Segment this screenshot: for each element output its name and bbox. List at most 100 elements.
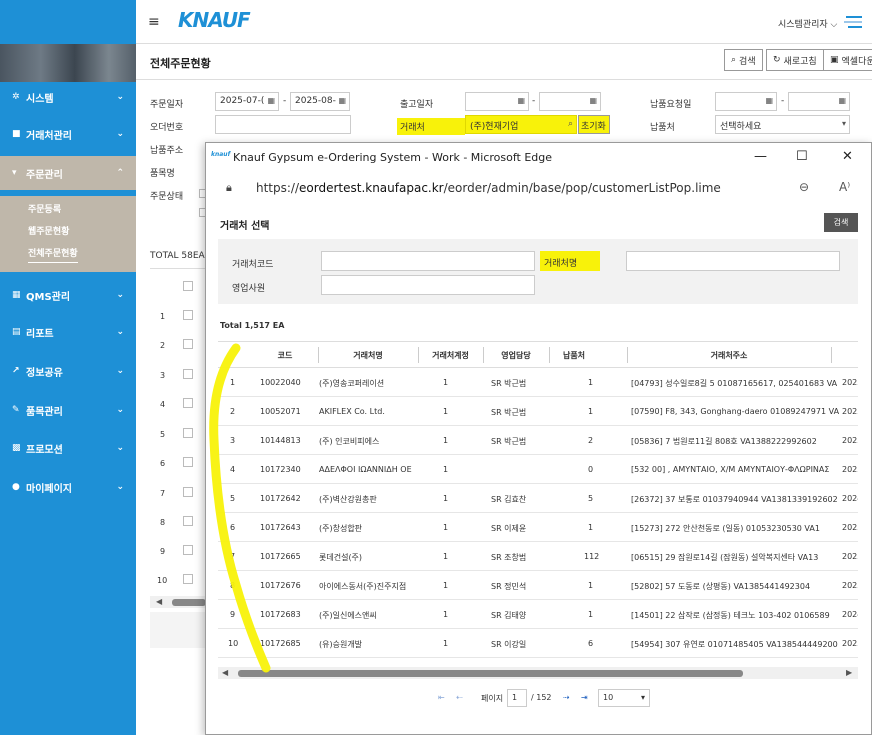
lock-icon: 🔒︎ [226,181,232,194]
scrollbar-thumb[interactable] [172,599,206,606]
zoom-icon[interactable]: ⊖ [799,180,809,194]
search-icon[interactable]: ⌕ [568,119,573,129]
ship-date-to-input[interactable]: ▦ [539,92,601,111]
scroll-right-icon[interactable]: ▶ [846,668,852,677]
row-checkbox[interactable] [183,516,193,526]
sidebar-item-customers[interactable]: ■ 거래처관리 ⌄ [0,117,136,151]
row-checkbox[interactable] [183,487,193,497]
row-checkbox[interactable] [183,574,193,584]
cell-rep: SR 김태양 [491,611,527,620]
user-menu[interactable]: 시스템관리자 ⌵ [778,17,837,30]
sidebar-item-orders[interactable]: ▾ 주문관리 ⌃ [0,156,136,190]
table-row[interactable]: 6 10172643 (주)창성합판 1 SR 이제윤 1 [15273] 27… [218,513,858,542]
refresh-button[interactable]: ↻ 새로고침 [766,49,824,71]
minimize-icon[interactable]: — [754,149,767,164]
sidebar-subitem-web-orders[interactable]: 웹주문현황 [28,224,69,237]
col-separator[interactable] [831,347,832,363]
table-row[interactable]: 8 10172676 아이에스동서(주)진주지점 1 SR 정민석 1 [528… [218,571,858,600]
customer-name-input[interactable] [626,251,840,271]
row-number: 3 [230,436,236,445]
row-number: 5 [160,430,166,439]
address-bar[interactable]: 🔒︎ https://eordertest.knaufapac.kr/eorde… [206,173,871,203]
request-date-from-input[interactable]: ▦ [715,92,777,111]
sidebar-subitem-order-entry[interactable]: 주문등록 [28,202,61,215]
sidebar-item-system[interactable]: ✲ 시스템 ⌄ [0,80,136,114]
url-text[interactable]: https://eordertest.knaufapac.kr/eorder/a… [256,181,721,195]
knauf-logo[interactable]: KNAUF [178,8,251,32]
table-row[interactable]: 9 10172683 (주)일신에스앤씨 1 SR 김태양 1 [14501] … [218,600,858,629]
row-checkbox[interactable] [183,398,193,408]
order-date-to-input[interactable]: 2025-08- ▦ [290,92,350,111]
order-no-input[interactable] [215,115,351,134]
scrollbar-thumb[interactable] [238,670,743,677]
col-delivery[interactable]: 납품처 [549,350,599,361]
maximize-icon[interactable]: ☐ [796,149,808,164]
row-checkbox[interactable] [183,428,193,438]
reset-button[interactable]: 초기화 [578,115,610,134]
sidebar-item-products[interactable]: ✎ 품목관리 ⌄ [0,393,136,427]
row-checkbox[interactable] [183,545,193,555]
calendar-icon[interactable]: ▦ [338,96,346,105]
row-checkbox[interactable] [183,457,193,467]
customer-input[interactable]: (주)현재기업 ⌕ [465,115,577,134]
table-row[interactable]: 7 10172665 롯데건설(주) 1 SR 조창범 112 [06515] … [218,542,858,571]
calendar-icon[interactable]: ▦ [765,96,773,105]
cell-address: [54954] 307 유연로 01071485405 VA1385444492… [631,640,838,649]
scroll-left-icon[interactable]: ◀ [222,668,228,677]
popup-grid-hscrollbar[interactable]: ◀ ▶ [218,667,858,679]
sidebar-item-reports[interactable]: ▤ 리포트 ⌄ [0,315,136,349]
page-number-input[interactable]: 1 [507,689,527,707]
sidebar-subitem-all-orders[interactable]: 전체주문현황 [28,246,78,263]
col-address[interactable]: 거래처주소 [627,350,831,361]
hamburger-menu-icon[interactable]: ≡ [148,14,160,30]
col-sales-rep[interactable]: 영업담당 [483,350,549,361]
order-date-from-input[interactable]: 2025-07-( ▦ [215,92,279,111]
page-label: 페이지 [481,694,504,703]
close-icon[interactable]: ✕ [842,149,853,164]
table-row[interactable]: 1 10022040 (주)영송코퍼레이션 1 SR 박근범 1 [04793]… [218,368,858,397]
calendar-icon[interactable]: ▦ [517,96,525,105]
search-button[interactable]: ⌕ 검색 [724,49,763,71]
customer-value: (주)현재기업 [470,122,519,132]
page-size-value: 10 [603,693,614,702]
calendar-icon[interactable]: ▦ [267,96,275,105]
table-row[interactable]: 4 10172340 ΑΔΕΛΦΟΙ ΙΩΑΝΝΙΔΗ ΟΕ 1 0 [532 … [218,455,858,484]
ship-date-from-input[interactable]: ▦ [465,92,529,111]
scroll-left-icon[interactable]: ◀ [156,597,162,606]
customer-code-input[interactable] [321,251,535,271]
page-size-select[interactable]: 10 ▾ [598,689,650,707]
col-customer-account[interactable]: 거래처계정 [418,350,483,361]
select-all-checkbox[interactable] [183,281,193,291]
sales-rep-input[interactable] [321,275,535,295]
next-page-icon[interactable]: ⇢ [563,693,570,702]
sidebar-item-info-share[interactable]: ↗ 정보공유 ⌄ [0,354,136,388]
col-code[interactable]: 코드 [260,350,310,361]
last-page-icon[interactable]: ⇥ [581,693,588,702]
prev-page-icon[interactable]: ⇠ [456,693,463,702]
excel-download-button[interactable]: ▣ 엑셀다운 [823,49,872,71]
sidebar-item-qms[interactable]: ▦ QMS관리 ⌄ [0,278,136,312]
calendar-icon[interactable]: ▦ [838,96,846,105]
row-checkbox[interactable] [183,369,193,379]
chevron-up-icon: ⌃ [116,168,124,178]
grid-hscrollbar[interactable]: ◀ [150,596,206,608]
request-date-to-input[interactable]: ▦ [788,92,850,111]
col-customer-name[interactable]: 거래처명 [318,350,418,361]
sidebar-item-promotion[interactable]: ▩ 프로모션 ⌄ [0,431,136,465]
table-row[interactable]: 3 10144813 (주) 인코비피에스 1 SR 박근범 2 [05836]… [218,426,858,455]
table-row[interactable]: 5 10172642 (주)벽산강원총판 1 SR 김효찬 5 [26372] … [218,484,858,513]
cell-name: AKIFLEX Co. Ltd. [319,407,385,416]
row-checkbox[interactable] [183,339,193,349]
popup-search-button[interactable]: 검색 [824,213,858,232]
row-checkbox[interactable] [183,310,193,320]
cell-code: 10172340 [260,465,301,474]
delivery-select[interactable]: 선택하세요 ▾ [715,115,850,134]
orders-total-count: TOTAL 58EA [150,251,205,261]
table-row[interactable]: 2 10052071 AKIFLEX Co. Ltd. 1 SR 박근범 1 [… [218,397,858,426]
url-path: /eorder/admin/base/pop/customerListPop.l… [443,181,721,195]
read-aloud-icon[interactable]: A⁾ [839,180,850,194]
table-row[interactable]: 10 10172685 (유)승원개발 1 SR 이강일 6 [54954] 3… [218,629,858,658]
sidebar-item-mypage[interactable]: ● 마이페이지 ⌄ [0,470,136,504]
calendar-icon[interactable]: ▦ [589,96,597,105]
first-page-icon[interactable]: ⇤ [438,693,445,702]
